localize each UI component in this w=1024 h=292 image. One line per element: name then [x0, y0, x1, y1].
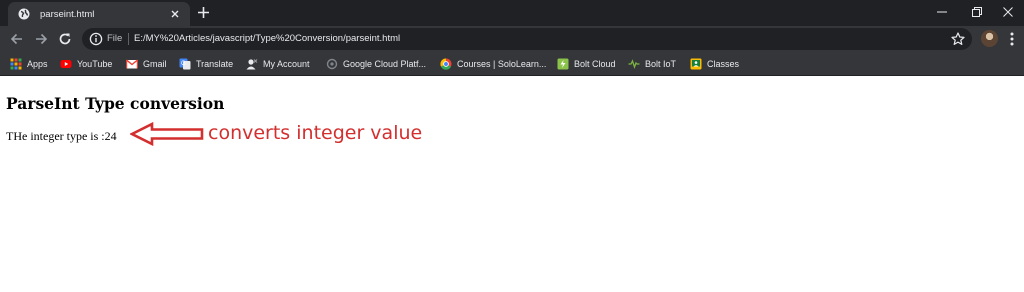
bookmark-label: Classes	[707, 59, 740, 69]
page-heading: ParseInt Type conversion	[6, 94, 225, 113]
bolt-iot-icon	[628, 59, 640, 69]
bookmark-label: My Account	[263, 59, 310, 69]
tab-title: parseint.html	[40, 8, 95, 20]
bookmark-bolt-cloud[interactable]: Bolt Cloud	[557, 57, 616, 71]
bookmark-my-account[interactable]: My Account	[246, 57, 310, 71]
translate-icon: G	[179, 58, 191, 70]
reload-icon	[59, 33, 71, 45]
address-separator	[128, 33, 129, 45]
bookmark-translate[interactable]: G Translate	[179, 57, 233, 71]
bookmark-classes[interactable]: Classes	[690, 57, 739, 71]
classes-icon	[690, 58, 702, 70]
bookmarks-bar: Apps YouTube Gmail G Translate My Accoun…	[0, 52, 1024, 76]
back-arrow-icon	[10, 33, 22, 45]
address-bar[interactable]: File E:/MY%20Articles/javascript/Type%20…	[82, 28, 972, 50]
tab-strip: parseint.html	[0, 0, 1024, 26]
bookmark-label: Gmail	[143, 59, 167, 69]
new-tab-icon[interactable]	[196, 5, 211, 20]
chrome-icon	[440, 58, 452, 70]
profile-avatar[interactable]	[981, 30, 998, 47]
close-window-button[interactable]	[994, 2, 1022, 22]
bookmark-label: Bolt Cloud	[574, 59, 616, 69]
apps-grid-icon	[10, 58, 22, 70]
url-text[interactable]: E:/MY%20Articles/javascript/Type%20Conve…	[134, 33, 400, 44]
close-window-icon	[1003, 7, 1013, 17]
bookmark-google-cloud[interactable]: Google Cloud Platf...	[326, 57, 426, 71]
svg-text:G: G	[181, 61, 186, 67]
minimize-icon	[937, 11, 947, 13]
bookmark-bolt-iot[interactable]: Bolt IoT	[628, 57, 676, 71]
google-cloud-icon	[326, 58, 338, 70]
bookmark-label: Translate	[196, 59, 234, 69]
tab-parseint[interactable]: parseint.html	[8, 2, 190, 26]
bookmark-label: Courses | SoloLearn...	[457, 59, 547, 69]
arrow-left-icon	[130, 122, 204, 146]
annotation-label: converts integer value	[208, 122, 423, 144]
reload-button[interactable]	[57, 31, 73, 47]
bookmark-label: Google Cloud Platf...	[343, 59, 427, 69]
close-tab-icon[interactable]	[169, 8, 181, 20]
bookmark-sololearn[interactable]: Courses | SoloLearn...	[440, 57, 546, 71]
page-content: ParseInt Type conversion THe integer typ…	[0, 77, 1024, 292]
result-text: THe integer type is :24	[6, 129, 117, 143]
info-icon[interactable]	[89, 32, 103, 46]
youtube-icon	[60, 60, 72, 68]
my-account-icon	[246, 59, 258, 70]
globe-icon	[18, 8, 30, 20]
restore-icon	[972, 7, 982, 17]
bookmark-youtube[interactable]: YouTube	[60, 57, 112, 71]
back-button[interactable]	[9, 31, 25, 47]
browser-toolbar: File E:/MY%20Articles/javascript/Type%20…	[0, 26, 1024, 52]
bookmark-apps[interactable]: Apps	[10, 57, 48, 71]
bookmark-label: YouTube	[77, 59, 113, 69]
bookmark-label: Bolt IoT	[645, 59, 677, 69]
more-menu-icon[interactable]	[1007, 31, 1017, 47]
forward-button[interactable]	[33, 31, 49, 47]
forward-arrow-icon	[36, 33, 48, 45]
bookmark-gmail[interactable]: Gmail	[126, 57, 167, 71]
bookmark-star-icon[interactable]	[950, 31, 966, 47]
file-chip-label: File	[107, 33, 123, 44]
restore-button[interactable]	[963, 2, 991, 22]
minimize-button[interactable]	[928, 2, 956, 22]
bookmark-label: Apps	[27, 59, 48, 69]
gmail-icon	[126, 59, 138, 69]
bolt-cloud-icon	[557, 58, 569, 70]
